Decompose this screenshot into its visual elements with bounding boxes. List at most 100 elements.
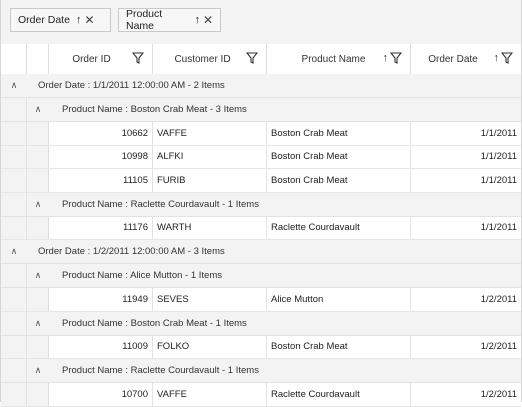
group-chip-label: Product Name — [126, 8, 163, 32]
group-caption: Product Name : Raclette Courdavault - 1 … — [62, 198, 259, 210]
group-caption: Order Date : 1/1/2011 12:00:00 AM - 2 It… — [38, 80, 225, 91]
product-name-cell[interactable]: Alice Mutton — [267, 288, 411, 311]
table-row[interactable]: 11105 FURIB Boston Crab Meat 1/1/2011 — [1, 169, 521, 193]
group-row-product-name[interactable]: ∧ Product Name : Boston Crab Meat - 3 Ite… — [1, 98, 521, 122]
table-row[interactable]: 11949 SEVES Alice Mutton 1/2/2011 — [1, 288, 521, 312]
table-row[interactable]: 10700 VAFFE Raclette Courdavault 1/2/2011 — [1, 383, 521, 407]
filter-icon[interactable] — [246, 52, 258, 64]
group-indent — [1, 145, 27, 168]
group-chip-label: Order Date — [18, 14, 70, 26]
product-name-cell[interactable]: Boston Crab Meat — [267, 335, 411, 358]
sort-ascending-icon: ↑ — [382, 52, 389, 64]
order-date-cell[interactable]: 1/1/2011 — [411, 169, 521, 192]
group-row-order-date[interactable]: ∧ Order Date : 1/2/2011 12:00:00 AM - 3 I… — [1, 240, 521, 264]
group-indent — [27, 169, 49, 192]
column-header-label: Customer ID — [174, 53, 231, 65]
collapse-caret-icon[interactable]: ∧ — [8, 246, 20, 257]
group-indent — [1, 98, 27, 121]
product-name-cell[interactable]: Boston Crab Meat — [267, 169, 411, 192]
group-row-order-date[interactable]: ∧ Order Date : 1/1/2011 12:00:00 AM - 2 I… — [1, 74, 521, 98]
collapse-caret-icon[interactable]: ∧ — [32, 104, 44, 115]
indent-header — [1, 44, 27, 74]
sort-ascending-icon: ↑ — [194, 14, 200, 26]
sort-ascending-icon: ↑ — [75, 14, 82, 26]
column-header-row: Order ID Customer ID Product Name ↑ Orde… — [1, 44, 521, 75]
customer-id-cell[interactable]: VAFFE — [153, 383, 267, 406]
group-indent — [1, 122, 27, 145]
column-header-label: Order ID — [72, 53, 111, 65]
collapse-caret-icon[interactable]: ∧ — [32, 318, 44, 329]
group-indent — [27, 122, 49, 145]
group-chip-order-date[interactable]: Order Date ↑ ✕ — [10, 8, 111, 32]
order-date-cell[interactable]: 1/1/2011 — [411, 122, 521, 145]
column-header-label: Product Name — [301, 53, 366, 65]
column-header-label: Order Date — [428, 53, 478, 65]
order-id-cell[interactable]: 11105 — [49, 169, 153, 192]
group-caption: Order Date : 1/2/2011 12:00:00 AM - 3 It… — [38, 246, 225, 257]
group-indent — [27, 216, 49, 239]
column-header-product-name[interactable]: Product Name ↑ — [267, 44, 411, 74]
order-date-cell[interactable]: 1/2/2011 — [411, 383, 521, 406]
group-row-product-name[interactable]: ∧ Product Name : Raclette Courdavault - 1… — [1, 192, 521, 217]
filter-icon[interactable] — [501, 52, 513, 64]
group-indent — [1, 192, 27, 216]
product-name-cell[interactable]: Raclette Courdavault — [267, 216, 411, 239]
customer-id-cell[interactable]: WARTH — [153, 216, 267, 239]
group-indent — [1, 216, 27, 239]
collapse-caret-icon[interactable]: ∧ — [32, 270, 44, 281]
group-caption: Product Name : Raclette Courdavault - 1 … — [62, 365, 259, 376]
close-icon[interactable]: ✕ — [84, 13, 94, 27]
column-header-order-date[interactable]: Order Date ↑ — [411, 44, 521, 74]
group-indent — [1, 264, 27, 287]
group-indent — [27, 288, 49, 311]
order-id-cell[interactable]: 11949 — [49, 288, 153, 311]
close-icon[interactable]: ✕ — [203, 13, 213, 27]
order-date-cell[interactable]: 1/2/2011 — [411, 336, 521, 359]
product-name-cell[interactable]: Boston Crab Meat — [267, 122, 411, 145]
group-row-product-name[interactable]: ∧ Product Name : Alice Mutton - 1 Items — [1, 264, 521, 288]
group-indent — [1, 169, 27, 192]
product-name-cell[interactable]: Raclette Courdavault — [267, 383, 411, 406]
order-date-cell[interactable]: 1/1/2011 — [411, 146, 521, 169]
order-id-cell[interactable]: 11009 — [49, 335, 153, 358]
group-indent — [1, 383, 27, 406]
order-date-cell[interactable]: 1/1/2011 — [411, 217, 521, 240]
group-indent — [1, 335, 27, 358]
group-indent — [27, 145, 49, 168]
customer-id-cell[interactable]: FOLKO — [153, 335, 267, 358]
group-indent — [27, 383, 49, 406]
group-indent — [27, 335, 49, 358]
group-caption: Product Name : Boston Crab Meat - 3 Item… — [62, 104, 247, 115]
customer-id-cell[interactable]: FURIB — [153, 169, 267, 192]
group-chip-product-name[interactable]: Product Name ↑ ✕ — [118, 8, 221, 32]
table-row[interactable]: 11176 WARTH Raclette Courdavault 1/1/2011 — [1, 216, 521, 240]
column-header-order-id[interactable]: Order ID — [49, 44, 153, 74]
filter-icon[interactable] — [390, 52, 402, 64]
group-row-product-name[interactable]: ∧ Product Name : Boston Crab Meat - 1 Ite… — [1, 311, 521, 336]
customer-id-cell[interactable]: ALFKI — [153, 145, 267, 168]
column-header-customer-id[interactable]: Customer ID — [153, 44, 267, 74]
order-id-cell[interactable]: 10662 — [49, 122, 153, 145]
order-id-cell[interactable]: 10998 — [49, 145, 153, 168]
customer-id-cell[interactable]: SEVES — [153, 288, 267, 311]
order-id-cell[interactable]: 10700 — [49, 383, 153, 406]
group-indent — [1, 359, 27, 382]
table-row[interactable]: 11009 FOLKO Boston Crab Meat 1/2/2011 — [1, 335, 521, 359]
collapse-caret-icon[interactable]: ∧ — [32, 199, 44, 210]
group-caption: Product Name : Boston Crab Meat - 1 Item… — [62, 317, 247, 329]
data-grid: Order Date ↑ ✕ Product Name ↑ ✕ Order ID… — [0, 0, 522, 407]
sort-ascending-icon: ↑ — [493, 52, 500, 64]
order-id-cell[interactable]: 11176 — [49, 216, 153, 239]
order-date-cell[interactable]: 1/2/2011 — [411, 288, 521, 311]
group-drop-area: Order Date ↑ ✕ Product Name ↑ ✕ — [1, 0, 521, 45]
table-row[interactable]: 10662 VAFFE Boston Crab Meat 1/1/2011 — [1, 122, 521, 146]
customer-id-cell[interactable]: VAFFE — [153, 122, 267, 145]
indent-header — [27, 44, 49, 74]
group-caption: Product Name : Alice Mutton - 1 Items — [62, 270, 222, 281]
collapse-caret-icon[interactable]: ∧ — [8, 80, 20, 91]
product-name-cell[interactable]: Boston Crab Meat — [267, 145, 411, 168]
collapse-caret-icon[interactable]: ∧ — [32, 365, 44, 376]
group-row-product-name[interactable]: ∧ Product Name : Raclette Courdavault - 1… — [1, 359, 521, 383]
table-row[interactable]: 10998 ALFKI Boston Crab Meat 1/1/2011 — [1, 145, 521, 169]
filter-icon[interactable] — [132, 52, 144, 64]
